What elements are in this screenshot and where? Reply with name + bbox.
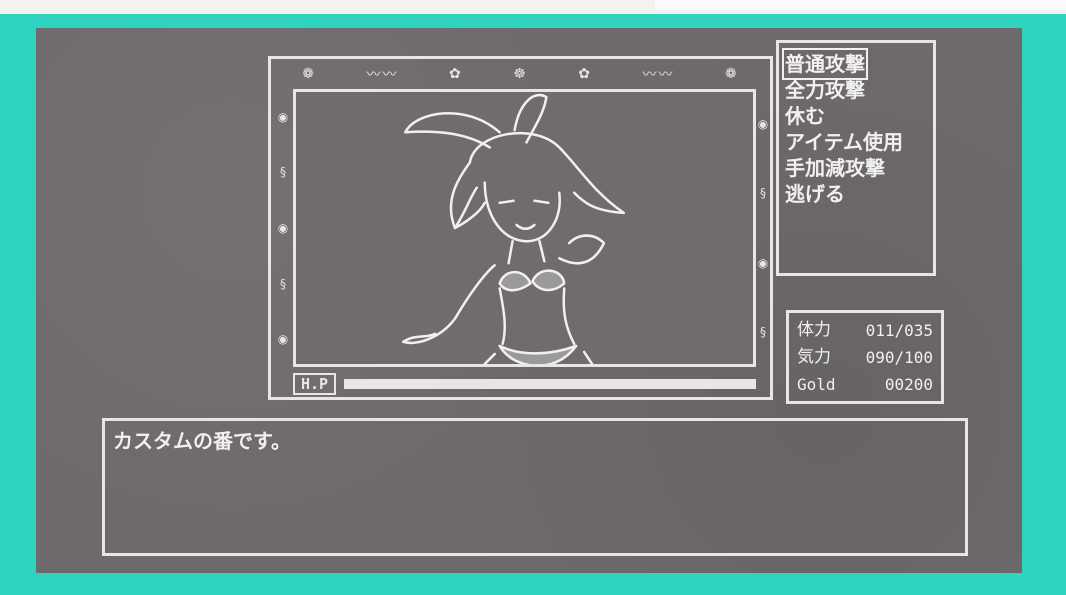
portrait-frame: ❁ 〰〰 ✿ ☸ ✿ 〰〰 ❁ ◉ § ◉ § ◉ ◉ § ◉ § H.P: [268, 56, 773, 400]
ornament-icon: ◉: [757, 255, 769, 270]
ornament-icon: §: [280, 276, 286, 291]
ornament-icon: §: [760, 186, 766, 201]
message-window: カスタムの番です。: [102, 418, 968, 556]
enemy-hp-fill: [346, 381, 754, 387]
ornament-icon: ✿: [578, 66, 593, 82]
frame-ornament-top: ❁ 〰〰 ✿ ☸ ✿ 〰〰 ❁: [277, 63, 764, 85]
menu-item-5[interactable]: 逃げる: [785, 182, 845, 206]
ornament-icon: ◉: [277, 220, 289, 235]
menu-item-0[interactable]: 普通攻撃: [782, 48, 868, 80]
battle-command-menu: 普通攻撃 全力攻撃 休む アイテム使用 手加減攻撃 逃げる: [776, 40, 936, 276]
menu-item-1[interactable]: 全力攻撃: [785, 78, 865, 102]
ornament-icon: §: [760, 325, 766, 340]
ornament-icon: ☸: [513, 66, 528, 82]
status-hp-label: 体力: [797, 320, 831, 340]
ornament-icon: ◉: [277, 332, 289, 347]
ornament-icon: ◉: [277, 109, 289, 124]
menu-row: 手加減攻撃: [785, 155, 927, 181]
menu-row: 普通攻撃: [782, 48, 927, 80]
menu-item-2[interactable]: 休む: [785, 104, 825, 128]
enemy-portrait: [293, 89, 756, 367]
frame-ornament-right: ◉ § ◉ §: [756, 89, 770, 367]
status-gold-value: 00200: [884, 375, 933, 394]
enemy-hp-track: [344, 379, 756, 389]
ornament-icon: §: [280, 165, 286, 180]
menu-item-4[interactable]: 手加減攻撃: [785, 156, 885, 180]
photo-background-top-right: [655, 0, 1066, 10]
player-status-panel: 体力 011/035 気力 090/100 Gold 00200: [786, 310, 944, 404]
menu-row: 全力攻撃: [785, 77, 927, 103]
ornament-icon: 〰〰: [642, 67, 675, 83]
message-text: カスタムの番です。: [113, 429, 291, 453]
status-mp-label: 気力: [797, 347, 831, 367]
enemy-hp-bar: H.P: [293, 373, 756, 395]
ornament-icon: ❁: [302, 66, 316, 82]
ornament-icon: ✿: [448, 66, 463, 82]
enemy-character-image: [402, 94, 626, 364]
game-screen: ❁ 〰〰 ✿ ☸ ✿ 〰〰 ❁ ◉ § ◉ § ◉ ◉ § ◉ § H.P 普通…: [36, 28, 1022, 573]
status-hp-row: 体力 011/035: [797, 317, 933, 344]
status-hp-value: 011/035: [865, 321, 933, 340]
menu-row: アイテム使用: [785, 129, 927, 155]
frame-ornament-left: ◉ § ◉ § ◉: [275, 89, 291, 367]
menu-row: 休む: [785, 103, 927, 129]
ornament-icon: ❁: [725, 66, 739, 82]
menu-item-3[interactable]: アイテム使用: [785, 130, 903, 154]
status-mp-value: 090/100: [865, 348, 933, 367]
status-gold-label: Gold: [797, 375, 836, 394]
menu-row: 逃げる: [785, 181, 927, 207]
status-mp-row: 気力 090/100: [797, 344, 933, 371]
ornament-icon: ◉: [757, 116, 769, 131]
enemy-hp-label: H.P: [293, 373, 337, 395]
status-gold-row: Gold 00200: [797, 371, 933, 398]
ornament-icon: 〰〰: [366, 67, 399, 83]
